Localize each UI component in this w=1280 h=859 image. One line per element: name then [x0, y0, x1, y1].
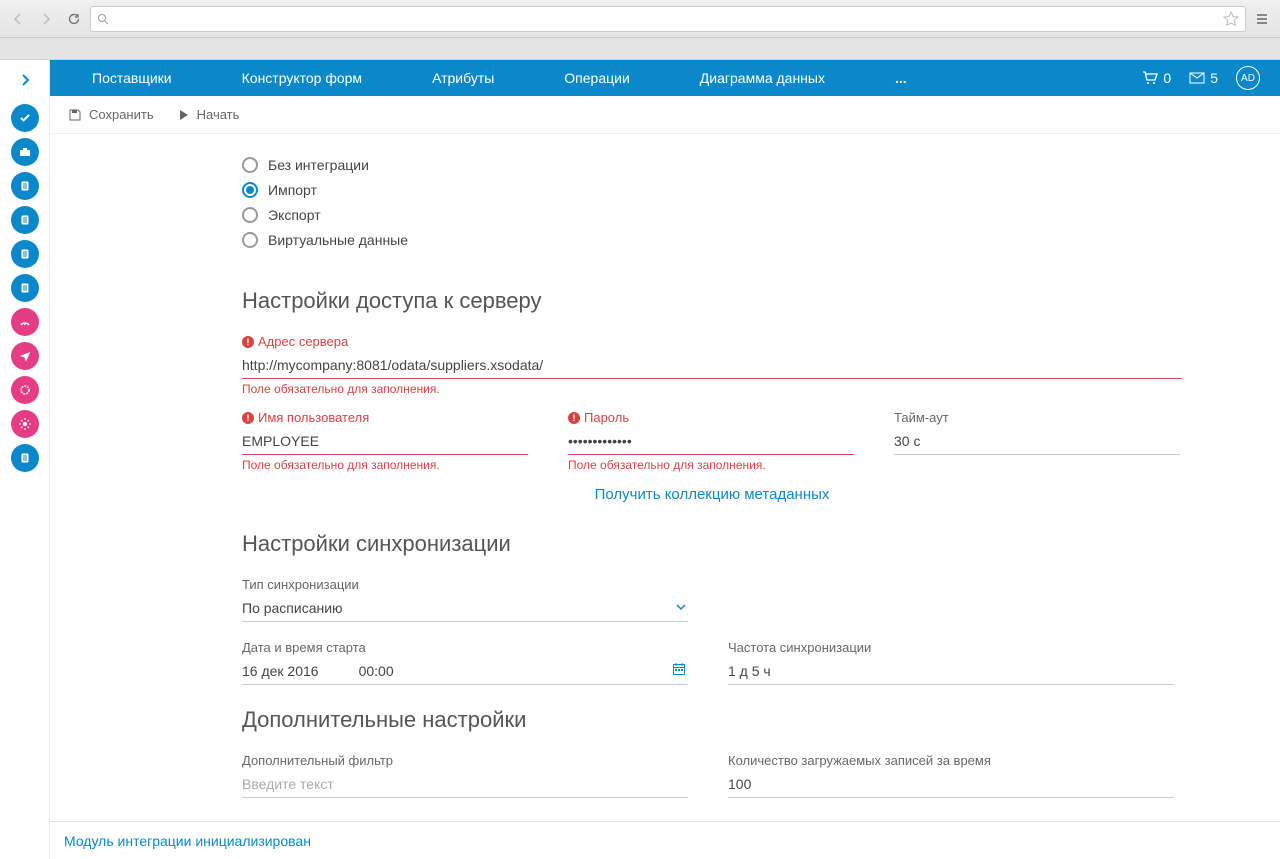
- batch-count-input[interactable]: [728, 772, 1174, 798]
- mail-count: 5: [1210, 70, 1218, 86]
- search-icon: [97, 13, 109, 25]
- section-title-extra: Дополнительные настройки: [242, 707, 1182, 733]
- user-avatar[interactable]: AD: [1236, 66, 1260, 90]
- save-icon: [68, 108, 82, 122]
- url-input[interactable]: [115, 11, 1217, 26]
- username-input[interactable]: [242, 429, 528, 455]
- sidebar-item-doc-2[interactable]: [11, 206, 39, 234]
- extra-filter-input[interactable]: [242, 772, 688, 798]
- nav-item-constructor[interactable]: Конструктор форм: [242, 70, 362, 86]
- field-label: Дополнительный фильтр: [242, 753, 688, 768]
- radio-label: Экспорт: [268, 207, 321, 223]
- radio-no-integration[interactable]: Без интеграции: [242, 152, 1182, 177]
- error-icon: !: [568, 412, 580, 424]
- sync-frequency-input[interactable]: [728, 659, 1174, 685]
- reload-button[interactable]: [62, 7, 86, 31]
- mail-indicator[interactable]: 5: [1189, 70, 1218, 86]
- radio-label: Виртуальные данные: [268, 232, 408, 248]
- field-label: Тип синхронизации: [242, 577, 688, 592]
- sync-type-select[interactable]: [242, 596, 688, 622]
- start-datetime-input[interactable]: 16 дек 2016 00:00: [242, 659, 688, 685]
- field-label: !Имя пользователя: [242, 410, 528, 425]
- section-title-server: Настройки доступа к серверу: [242, 288, 1182, 314]
- timeout-input[interactable]: [894, 429, 1180, 455]
- nav-item-data-diagram[interactable]: Диаграмма данных: [700, 70, 825, 86]
- calendar-icon[interactable]: [672, 662, 686, 679]
- start-label: Начать: [197, 107, 240, 122]
- sidebar-item-circle[interactable]: [11, 376, 39, 404]
- radio-import[interactable]: Импорт: [242, 177, 1182, 202]
- nav-more[interactable]: ...: [895, 70, 907, 86]
- field-error-msg: Поле обязательно для заполнения.: [568, 458, 854, 472]
- field-error-msg: Поле обязательно для заполнения.: [242, 458, 528, 472]
- field-password: !Пароль Поле обязательно для заполнения.: [568, 410, 854, 472]
- forward-button[interactable]: [34, 7, 58, 31]
- field-sync-frequency: Частота синхронизации: [728, 640, 1174, 685]
- radio-label: Импорт: [268, 182, 317, 198]
- left-sidebar: [0, 60, 50, 859]
- sidebar-item-briefcase[interactable]: [11, 138, 39, 166]
- nav-item-operations[interactable]: Операции: [564, 70, 630, 86]
- metadata-link[interactable]: Получить коллекцию метаданных: [595, 486, 830, 503]
- start-time-value: 00:00: [359, 663, 394, 679]
- field-label: Частота синхронизации: [728, 640, 1174, 655]
- server-address-input[interactable]: [242, 353, 1182, 379]
- nav-item-attributes[interactable]: Атрибуты: [432, 70, 494, 86]
- back-button[interactable]: [6, 7, 30, 31]
- field-sync-type: Тип синхронизации: [242, 577, 688, 622]
- integration-mode-group: Без интеграции Импорт Экспорт Виртуальны…: [242, 152, 1182, 252]
- mail-icon: [1189, 72, 1205, 84]
- sidebar-item-doc-3[interactable]: [11, 240, 39, 268]
- field-timeout: Тайм-аут: [894, 410, 1180, 472]
- field-username: !Имя пользователя Поле обязательно для з…: [242, 410, 528, 472]
- field-label: Тайм-аут: [894, 410, 1180, 425]
- bookmark-star-icon[interactable]: [1223, 11, 1239, 27]
- status-text: Модуль интеграции инициализирован: [64, 833, 311, 849]
- field-label: Количество загружаемых записей за время: [728, 753, 1174, 768]
- radio-virtual-data[interactable]: Виртуальные данные: [242, 227, 1182, 252]
- field-label: Дата и время старта: [242, 640, 688, 655]
- error-icon: !: [242, 336, 254, 348]
- error-icon: !: [242, 412, 254, 424]
- field-batch-count: Количество загружаемых записей за время: [728, 753, 1174, 798]
- cart-icon: [1142, 71, 1158, 85]
- start-date-value: 16 дек 2016: [242, 663, 319, 679]
- field-label: !Адрес сервера: [242, 334, 1182, 349]
- action-bar: Сохранить Начать: [50, 96, 1280, 134]
- sidebar-item-doc-5[interactable]: [11, 444, 39, 472]
- status-footer: Модуль интеграции инициализирован: [50, 821, 1280, 859]
- field-server-address: !Адрес сервера Поле обязательно для запо…: [242, 334, 1182, 396]
- top-navigation: Поставщики Конструктор форм Атрибуты Опе…: [50, 60, 1280, 96]
- url-bar[interactable]: [90, 6, 1246, 32]
- radio-export[interactable]: Экспорт: [242, 202, 1182, 227]
- field-start-datetime: Дата и время старта 16 дек 2016 00:00: [242, 640, 688, 685]
- password-input[interactable]: [568, 429, 854, 455]
- form-area: Без интеграции Импорт Экспорт Виртуальны…: [50, 134, 1280, 821]
- field-error-msg: Поле обязательно для заполнения.: [242, 382, 1182, 396]
- sidebar-item-send[interactable]: [11, 342, 39, 370]
- radio-label: Без интеграции: [268, 157, 369, 173]
- save-button[interactable]: Сохранить: [68, 107, 154, 122]
- field-label: !Пароль: [568, 410, 854, 425]
- sidebar-item-doc-1[interactable]: [11, 172, 39, 200]
- section-title-sync: Настройки синхронизации: [242, 531, 1182, 557]
- browser-tab-strip: [0, 38, 1280, 60]
- browser-toolbar: [0, 0, 1280, 38]
- sidebar-item-check[interactable]: [11, 104, 39, 132]
- sidebar-item-doc-4[interactable]: [11, 274, 39, 302]
- cart-indicator[interactable]: 0: [1142, 70, 1171, 86]
- save-label: Сохранить: [89, 107, 154, 122]
- start-button[interactable]: Начать: [176, 107, 240, 122]
- sidebar-expand-button[interactable]: [20, 68, 30, 92]
- nav-item-suppliers[interactable]: Поставщики: [92, 70, 172, 86]
- sidebar-item-gear[interactable]: [11, 410, 39, 438]
- cart-count: 0: [1163, 70, 1171, 86]
- sidebar-item-gauge[interactable]: [11, 308, 39, 336]
- browser-menu-button[interactable]: [1250, 7, 1274, 31]
- play-icon: [176, 108, 190, 122]
- field-extra-filter: Дополнительный фильтр: [242, 753, 688, 798]
